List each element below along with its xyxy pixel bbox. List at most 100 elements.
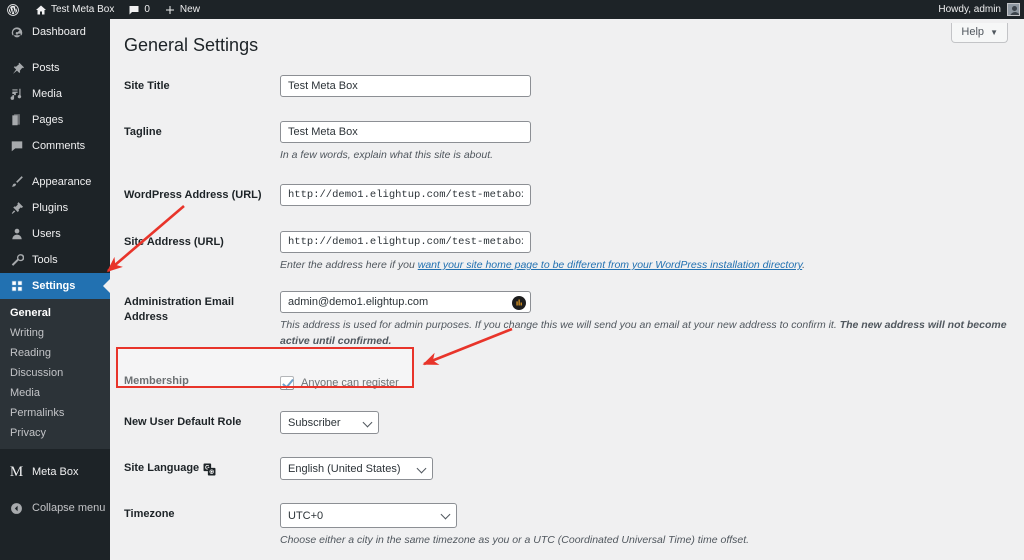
general-settings-form: Site Title Tagline In a few words, expla… <box>110 71 1024 560</box>
new-user-role-select[interactable]: Subscriber <box>280 411 379 434</box>
comment-bubble-icon <box>128 4 140 16</box>
site-address-label: Site Address (URL) <box>124 227 280 250</box>
sidebar-item-pages[interactable]: Pages <box>0 107 110 133</box>
submenu-item-general[interactable]: General <box>0 303 110 323</box>
site-title-label: Site Title <box>124 71 280 94</box>
sidebar-item-meta-box[interactable]: M Meta Box <box>0 459 110 485</box>
sidebar-item-settings[interactable]: Settings <box>0 273 110 299</box>
sidebar-item-users[interactable]: Users <box>0 221 110 247</box>
plug-icon <box>9 201 24 216</box>
gear-icon <box>9 279 24 294</box>
sidebar-item-label: Media <box>32 88 62 100</box>
site-language-select[interactable]: English (United States) <box>280 457 433 480</box>
timezone-description: Choose either a city in the same timezon… <box>280 533 1010 549</box>
row-site-language: Site Language G Englis <box>110 453 1024 480</box>
wordpress-address-label: WordPress Address (URL) <box>124 180 280 203</box>
sidebar-item-tools[interactable]: Tools <box>0 247 110 273</box>
comments-menu[interactable]: 0 <box>121 0 157 19</box>
admin-email-label: Administration Email Address <box>124 287 280 326</box>
wordpress-address-input[interactable] <box>280 184 531 206</box>
new-user-role-label: New User Default Role <box>124 407 280 430</box>
site-address-description: Enter the address here if you want your … <box>280 258 1010 274</box>
tagline-input[interactable] <box>280 121 531 143</box>
site-language-label-text: Site Language <box>124 461 199 476</box>
admin-email-desc-normal: This address is used for admin purposes.… <box>280 319 840 331</box>
new-content-label: New <box>180 4 200 15</box>
timezone-select-wrap: UTC+0 <box>280 503 457 528</box>
site-name-menu[interactable]: Test Meta Box <box>28 0 121 19</box>
row-timezone: Timezone UTC+0 Choose either a city in t… <box>110 499 1024 560</box>
site-title-input[interactable] <box>280 75 531 97</box>
site-language-select-wrap: English (United States) <box>280 457 433 480</box>
collapse-menu-button[interactable]: Collapse menu <box>0 495 110 521</box>
row-site-address: Site Address (URL) Enter the address her… <box>110 227 1024 274</box>
sidebar-item-comments[interactable]: Comments <box>0 133 110 159</box>
sidebar-item-label: Settings <box>32 280 75 292</box>
sidebar-item-appearance[interactable]: Appearance <box>0 169 110 195</box>
user-icon <box>9 227 24 242</box>
submenu-item-reading[interactable]: Reading <box>0 343 110 363</box>
site-address-desc-before: Enter the address here if you <box>280 259 418 271</box>
wordpress-admin-screen: Test Meta Box 0 New Howdy, admin <box>0 0 1024 560</box>
membership-label: Membership <box>124 366 280 389</box>
collapse-arrow-icon <box>9 501 24 516</box>
menu-separator <box>0 485 110 495</box>
sidebar-item-posts[interactable]: Posts <box>0 55 110 81</box>
anyone-can-register-checkbox[interactable] <box>280 376 294 390</box>
help-tab-button[interactable]: Help ▼ <box>951 23 1008 43</box>
wordpress-logo-menu[interactable] <box>0 0 28 19</box>
new-content-menu[interactable]: New <box>157 0 207 19</box>
paintbrush-icon <box>9 175 24 190</box>
help-tab-label: Help <box>961 26 984 38</box>
sidebar-item-plugins[interactable]: Plugins <box>0 195 110 221</box>
collapse-menu-label: Collapse menu <box>32 502 105 514</box>
timezone-label: Timezone <box>124 499 280 522</box>
admin-email-description: This address is used for admin purposes.… <box>280 318 1010 350</box>
password-manager-icon[interactable] <box>512 296 526 310</box>
sidebar-item-label: Tools <box>32 254 58 266</box>
wordpress-logo-icon <box>6 3 20 17</box>
admin-email-wrapper <box>280 291 531 313</box>
admin-sidebar: Dashboard Posts Media <box>0 19 110 560</box>
submenu-item-discussion[interactable]: Discussion <box>0 363 110 383</box>
sidebar-item-label: Pages <box>32 114 63 126</box>
caret-down-icon: ▼ <box>990 28 998 37</box>
dashboard-icon <box>9 25 24 40</box>
menu-separator <box>0 45 110 55</box>
submenu-item-permalinks[interactable]: Permalinks <box>0 403 110 423</box>
submenu-item-privacy[interactable]: Privacy <box>0 423 110 443</box>
site-address-help-link[interactable]: want your site home page to be different… <box>418 259 802 271</box>
sidebar-item-media[interactable]: Media <box>0 81 110 107</box>
sidebar-item-dashboard[interactable]: Dashboard <box>0 19 110 45</box>
site-name-label: Test Meta Box <box>51 4 114 15</box>
sidebar-item-label: Dashboard <box>32 26 86 38</box>
membership-checkbox-row[interactable]: Anyone can register <box>280 370 1024 390</box>
settings-submenu: General Writing Reading Discussion Media… <box>0 299 110 449</box>
wrench-icon <box>9 253 24 268</box>
row-new-user-role: New User Default Role Subscriber <box>110 407 1024 434</box>
row-wordpress-address: WordPress Address (URL) <box>110 180 1024 206</box>
tagline-label: Tagline <box>124 117 280 140</box>
media-icon <box>9 87 24 102</box>
site-address-input[interactable] <box>280 231 531 253</box>
row-site-title: Site Title <box>110 71 1024 97</box>
comments-count: 0 <box>144 4 150 15</box>
row-membership: Membership Anyone can register <box>110 366 1024 390</box>
row-tagline: Tagline In a few words, explain what thi… <box>110 117 1024 164</box>
timezone-select[interactable]: UTC+0 <box>280 503 457 528</box>
account-menu[interactable]: Howdy, admin <box>938 3 1024 16</box>
submenu-item-media[interactable]: Media <box>0 383 110 403</box>
site-language-label: Site Language G <box>124 453 280 476</box>
howdy-label: Howdy, admin <box>938 4 1001 15</box>
translation-globe-icon: G <box>203 463 216 476</box>
pages-icon <box>9 113 24 128</box>
sidebar-item-label: Posts <box>32 62 60 74</box>
avatar <box>1007 3 1020 16</box>
sidebar-item-label: Users <box>32 228 61 240</box>
submenu-item-writing[interactable]: Writing <box>0 323 110 343</box>
admin-email-input[interactable] <box>280 291 531 313</box>
row-admin-email: Administration Email Address This addres… <box>110 287 1024 350</box>
tagline-description: In a few words, explain what this site i… <box>280 148 1010 164</box>
admin-bar: Test Meta Box 0 New Howdy, admin <box>0 0 1024 19</box>
menu-separator <box>0 159 110 169</box>
